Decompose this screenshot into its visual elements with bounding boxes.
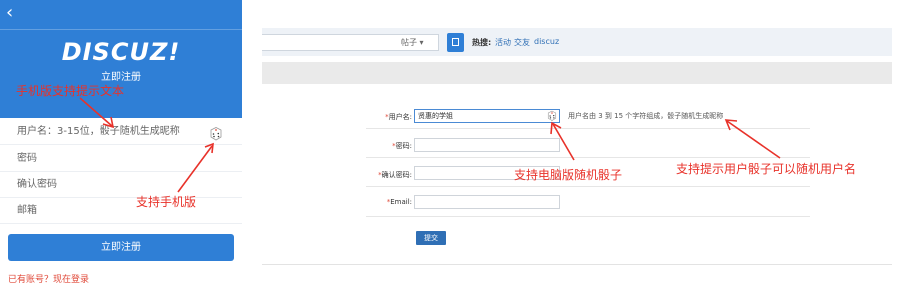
annotation-arrow [79, 97, 113, 127]
annotation-arrow [177, 145, 213, 193]
annotation-pc-dice: 支持电脑版随机骰子 [514, 168, 623, 182]
annotation-mobile-hint: 手机版支持提示文本 [16, 84, 125, 98]
annotation-mobile-support: 支持手机版 [136, 195, 197, 209]
annotation-arrow [726, 120, 781, 159]
annotation-arrows [79, 97, 781, 193]
annotation-arrowhead [204, 142, 214, 154]
annotation-hint-dice: 支持提示用户骰子可以随机用户名 [676, 162, 857, 176]
annotation-arrow [552, 123, 575, 161]
